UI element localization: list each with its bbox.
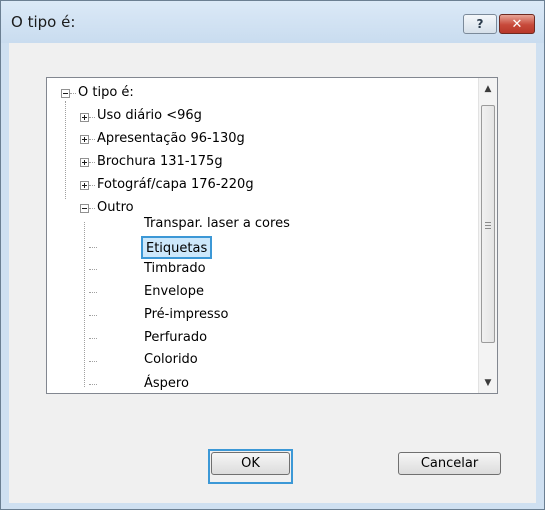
tree-line bbox=[89, 185, 95, 186]
collapse-group-icon[interactable] bbox=[80, 204, 89, 213]
tree-group-fotografico[interactable]: Fotográf/capa 176-220g bbox=[97, 175, 254, 195]
tree-line bbox=[89, 208, 95, 209]
grip-icon bbox=[485, 222, 491, 229]
tree-line bbox=[70, 93, 76, 94]
tree-group-uso-diario[interactable]: Uso diário <96g bbox=[97, 106, 202, 126]
tree-line bbox=[89, 292, 97, 293]
dialog-window: O tipo é: ? ✕ O tipo é: Uso diário <96g … bbox=[0, 0, 545, 510]
vertical-scrollbar[interactable]: ▲ ▼ bbox=[478, 78, 497, 393]
collapse-root-icon[interactable] bbox=[61, 89, 70, 98]
tree-line bbox=[89, 338, 97, 339]
tree-group-outro[interactable]: Outro bbox=[97, 198, 134, 218]
expand-group-icon[interactable] bbox=[80, 113, 89, 122]
tree-item-aspero[interactable]: Áspero bbox=[144, 374, 189, 393]
expand-group-icon[interactable] bbox=[80, 135, 89, 144]
cancel-button[interactable]: Cancelar bbox=[398, 452, 501, 475]
window-title: O tipo é: bbox=[11, 13, 76, 31]
scrollbar-thumb[interactable] bbox=[481, 105, 495, 343]
tree-root-label[interactable]: O tipo é: bbox=[78, 83, 134, 103]
tree-line bbox=[89, 384, 97, 385]
tree-line bbox=[89, 361, 97, 362]
close-button[interactable]: ✕ bbox=[499, 14, 535, 34]
tree-item-colorido[interactable]: Colorido bbox=[144, 350, 198, 370]
tree-item-etiquetas[interactable]: Etiquetas bbox=[141, 236, 213, 259]
expand-group-icon[interactable] bbox=[80, 158, 89, 167]
tree-item-transparencia[interactable]: Transpar. laser a cores bbox=[144, 214, 290, 234]
tree-line bbox=[89, 315, 97, 316]
tree-line-outro bbox=[84, 222, 85, 387]
ok-button[interactable]: OK bbox=[211, 452, 290, 475]
tree-viewport: O tipo é: Uso diário <96g Apresentação 9… bbox=[47, 78, 479, 393]
tree-item-pre-impresso[interactable]: Pré-impresso bbox=[144, 305, 228, 325]
tree-group-apresentacao[interactable]: Apresentação 96-130g bbox=[97, 129, 245, 149]
tree-line bbox=[89, 269, 97, 270]
scroll-down-icon[interactable]: ▼ bbox=[479, 374, 497, 391]
tree-item-envelope[interactable]: Envelope bbox=[144, 282, 204, 302]
tree-line bbox=[89, 117, 95, 118]
help-button[interactable]: ? bbox=[463, 14, 497, 34]
tree-line bbox=[89, 247, 97, 248]
tree-item-timbrado[interactable]: Timbrado bbox=[144, 259, 206, 279]
expand-group-icon[interactable] bbox=[80, 181, 89, 190]
tree-item-perfurado[interactable]: Perfurado bbox=[144, 328, 207, 348]
dialog-content: O tipo é: Uso diário <96g Apresentação 9… bbox=[9, 43, 536, 503]
title-bar[interactable]: O tipo é: ? ✕ bbox=[1, 1, 544, 43]
paper-type-tree[interactable]: O tipo é: Uso diário <96g Apresentação 9… bbox=[46, 77, 498, 394]
tree-group-brochura[interactable]: Brochura 131-175g bbox=[97, 152, 223, 172]
tree-line bbox=[89, 139, 95, 140]
scroll-up-icon[interactable]: ▲ bbox=[479, 80, 497, 97]
tree-line-root bbox=[65, 101, 66, 199]
tree-line bbox=[89, 162, 95, 163]
